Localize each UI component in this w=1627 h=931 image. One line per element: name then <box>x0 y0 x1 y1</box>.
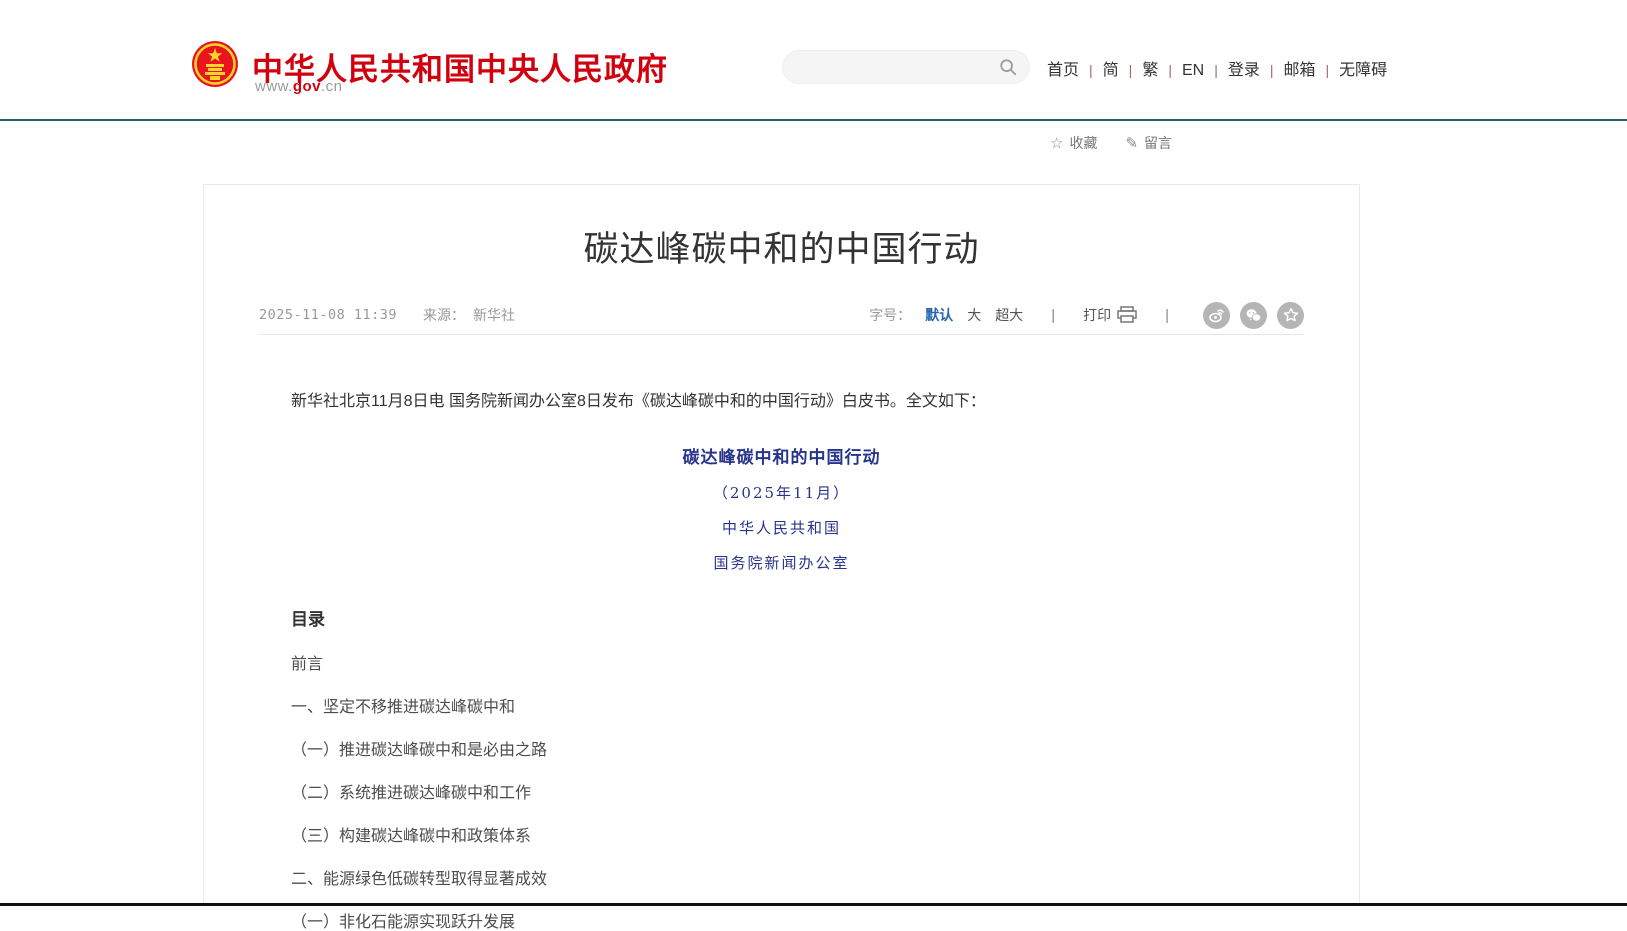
nav-home[interactable]: 首页 <box>1045 62 1081 79</box>
toc-heading: 目录 <box>291 605 1304 630</box>
nav-mail[interactable]: 邮箱 <box>1282 62 1318 79</box>
gov-cn-article-page: { "header": { "site_title": "中华人民共和国中央人民… <box>0 0 1627 915</box>
nav-separator: | <box>1326 62 1330 78</box>
toc-item-1-3: （三）构建碳达峰碳中和政策体系 <box>291 829 1304 845</box>
nav-separator: | <box>1270 62 1274 78</box>
nav-login[interactable]: 登录 <box>1226 62 1262 79</box>
article-date: 2025-11-08 11:39 <box>259 307 397 323</box>
toc-item-1-1: （一）推进碳达峰碳中和是必由之路 <box>291 743 1304 759</box>
search-icon[interactable] <box>999 58 1017 76</box>
star-share-icon[interactable] <box>1277 302 1304 329</box>
nav-separator: | <box>1129 62 1133 78</box>
national-emblem-logo <box>191 40 239 88</box>
font-size-label: 字号： <box>869 305 911 325</box>
document-author-line1: 中华人民共和国 <box>259 517 1304 538</box>
nav-english[interactable]: EN <box>1180 62 1206 79</box>
print-label: 打印 <box>1083 305 1111 325</box>
search-input[interactable] <box>799 53 994 81</box>
nav-accessibility[interactable]: 无障碍 <box>1337 62 1389 79</box>
toc-item-1: 一、坚定不移推进碳达峰碳中和 <box>291 700 1304 716</box>
toc-item-preface: 前言 <box>291 657 1304 673</box>
comment-button[interactable]: ✎ 留言 <box>1125 133 1172 153</box>
font-size-default-button[interactable]: 默认 <box>925 305 953 325</box>
share-icons <box>1203 302 1304 329</box>
toc-item-2-1: （一）非化石能源实现跃升发展 <box>291 915 1304 931</box>
search-box[interactable] <box>782 50 1030 84</box>
pencil-icon: ✎ <box>1125 134 1138 152</box>
nav-simplified[interactable]: 简 <box>1101 62 1121 79</box>
site-url-gov: gov <box>293 78 321 95</box>
favorite-button[interactable]: ☆ 收藏 <box>1050 133 1097 153</box>
site-url-www: www. <box>255 78 293 95</box>
article-title: 碳达峰碳中和的中国行动 <box>259 221 1304 272</box>
document-heading-block: 碳达峰碳中和的中国行动 （2025年11月） 中华人民共和国 国务院新闻办公室 <box>259 443 1304 573</box>
article-meta-left: 2025-11-08 11:39 来源： 新华社 <box>259 305 515 325</box>
top-nav: 首页 | 简 | 繁 | EN | 登录 | 邮箱 | 无障碍 <box>1045 56 1585 80</box>
toc-item-2: 二、能源绿色低碳转型取得显著成效 <box>291 872 1304 888</box>
font-size-large-button[interactable]: 大 <box>967 305 981 325</box>
nav-separator: | <box>1089 62 1093 78</box>
site-url: www.gov.cn <box>255 78 343 95</box>
wechat-share-icon[interactable] <box>1240 302 1267 329</box>
source-value: 新华社 <box>473 307 515 323</box>
weibo-share-icon[interactable] <box>1203 302 1230 329</box>
print-button[interactable]: 打印 <box>1083 305 1137 325</box>
article-source: 来源： 新华社 <box>423 305 515 325</box>
article-card: 碳达峰碳中和的中国行动 2025-11-08 11:39 来源： 新华社 字号： … <box>203 184 1360 905</box>
bottom-window-edge <box>0 903 1627 906</box>
national-emblem-icon <box>191 40 239 88</box>
document-date: （2025年11月） <box>259 482 1304 503</box>
page-actions: ☆ 收藏 ✎ 留言 <box>1050 132 1172 154</box>
star-outline-icon: ☆ <box>1050 134 1063 152</box>
comment-label: 留言 <box>1144 133 1172 153</box>
lead-paragraph: 新华社北京11月8日电 国务院新闻办公室8日发布《碳达峰碳中和的中国行动》白皮书… <box>259 389 1304 415</box>
font-size-xlarge-button[interactable]: 超大 <box>995 305 1023 325</box>
favorite-label: 收藏 <box>1069 133 1097 153</box>
source-label: 来源： <box>423 307 465 323</box>
article-meta-right: 字号： 默认 大 超大 | 打印 | <box>869 302 1304 329</box>
document-title: 碳达峰碳中和的中国行动 <box>259 443 1304 468</box>
meta-divider <box>259 334 1304 335</box>
meta-separator: | <box>1165 307 1169 324</box>
meta-separator: | <box>1051 307 1055 324</box>
nav-separator: | <box>1168 62 1172 78</box>
nav-traditional[interactable]: 繁 <box>1140 62 1160 79</box>
toc-item-1-2: （二）系统推进碳达峰碳中和工作 <box>291 786 1304 802</box>
site-url-cn: .cn <box>321 78 343 95</box>
article-meta-row: 2025-11-08 11:39 来源： 新华社 字号： 默认 大 超大 | 打印… <box>259 304 1304 326</box>
printer-icon <box>1117 306 1137 324</box>
site-header: 中华人民共和国中央人民政府 www.gov.cn 首页|简|繁|EN|登录|邮箱… <box>0 0 1627 121</box>
nav-separator: | <box>1214 62 1218 78</box>
document-author-line2: 国务院新闻办公室 <box>259 552 1304 573</box>
